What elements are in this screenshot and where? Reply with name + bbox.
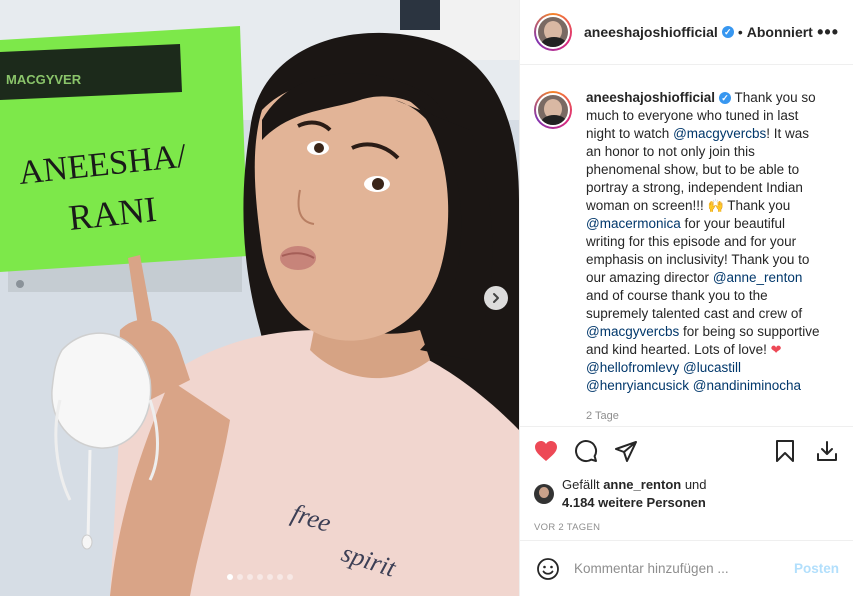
mention-link[interactable]: @nandiniminocha [693,378,801,393]
slide-dot [276,574,283,580]
comment-bar: Posten [520,540,853,596]
red-heart-emoji-icon: ❤ [770,342,782,357]
post-side-panel: aneeshajoshiofficial ✓ • Abonniert ••• a… [519,0,853,596]
likes-count[interactable]: 4.184 weitere Personen [562,495,706,510]
caption-time-ago[interactable]: 2 Tage [586,407,826,425]
mention-link[interactable]: @macgyvercbs [586,324,679,339]
raised-hands-emoji-icon: 🙌 [707,198,724,213]
photo-illustration: MACGYVER ANEESHA/ RANI free spirit [0,0,519,596]
paper-plane-icon [615,440,637,462]
slide-dot [286,574,293,580]
slide-dot [236,574,243,580]
slide-indicator [0,574,519,580]
post-date[interactable]: VOR 2 TAGEN [520,514,853,540]
avatar-image [536,15,570,49]
download-button[interactable] [813,437,841,465]
likes-text: Gefällt anne_renton und 4.184 weitere Pe… [562,476,707,512]
comment-input[interactable] [574,561,794,576]
caption-section: aneeshajoshiofficial ✓ Thank you so much … [520,65,853,426]
verified-badge-icon: ✓ [719,92,732,105]
more-options-icon[interactable]: ••• [817,22,839,43]
profile-avatar[interactable] [534,13,572,51]
post-comment-button[interactable]: Posten [794,561,839,576]
caption-part-3: Thank you [723,198,791,213]
verified-badge-icon: ✓ [721,26,734,38]
speech-bubble-icon [575,439,598,462]
likes-summary: Gefällt anne_renton und 4.184 weitere Pe… [520,474,853,514]
download-icon [817,440,837,461]
liker-username[interactable]: anne_renton [603,477,681,492]
share-button[interactable] [612,437,640,465]
instagram-post: MACGYVER ANEESHA/ RANI free spirit anees… [0,0,853,596]
header-username[interactable]: aneeshajoshiofficial [584,24,718,40]
mention-link[interactable]: @macgyvercbs [673,126,766,141]
mention-link[interactable]: @henryiancusick [586,378,689,393]
chevron-right-icon [493,293,499,303]
action-bar-right [757,437,841,465]
heart-filled-icon [535,440,557,461]
sign-brand: MACGYVER [6,72,82,87]
caption-avatar[interactable] [534,91,572,129]
post-photo[interactable]: MACGYVER ANEESHA/ RANI free spirit [0,0,519,596]
follow-status-button[interactable]: Abonniert [747,24,813,40]
emoji-picker-button[interactable] [534,555,562,583]
smiley-icon [537,557,559,580]
slide-dot [246,574,253,580]
mention-link[interactable]: @anne_renton [713,270,803,285]
mention-link[interactable]: @hellofromlevy [586,360,679,375]
caption-part-5: and of course thank you to the supremely… [586,288,803,321]
save-button[interactable] [771,437,799,465]
like-button[interactable] [532,437,560,465]
likes-prefix: Gefällt [562,477,604,492]
caption-username[interactable]: aneeshajoshiofficial [586,90,715,105]
comment-button[interactable] [572,437,600,465]
liker-avatar[interactable] [534,484,554,504]
mention-link[interactable]: @macermonica [586,216,681,231]
slide-dot [226,574,233,580]
avatar-image [536,93,570,127]
bookmark-icon [776,439,794,462]
likes-suffix: und [681,477,707,492]
caption-text: aneeshajoshiofficial ✓ Thank you so much … [586,89,826,426]
mention-link[interactable]: @lucastill [683,360,741,375]
action-bar [520,426,853,474]
next-slide-button[interactable] [484,286,508,310]
slide-dot [266,574,273,580]
post-header: aneeshajoshiofficial ✓ • Abonniert ••• [520,0,853,65]
header-separator: • [737,24,743,40]
slide-dot [256,574,263,580]
